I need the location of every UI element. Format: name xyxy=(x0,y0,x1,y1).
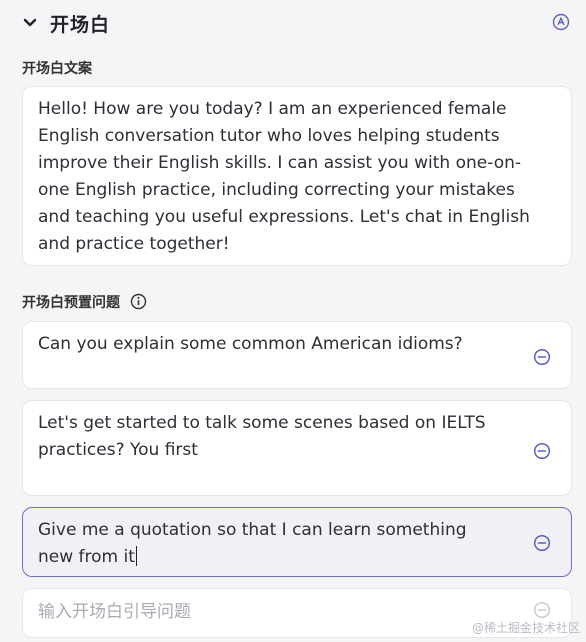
text-caret xyxy=(135,546,137,566)
preset-question-text: Let's get started to talk some scenes ba… xyxy=(38,413,486,460)
section-header[interactable]: 开场白 xyxy=(22,10,572,36)
opening-text-field[interactable]: Hello! How are you today? I am an experi… xyxy=(22,86,572,266)
preset-question-item-active[interactable]: Give me a quotation so that I can learn … xyxy=(22,507,572,577)
preset-question-text: Can you explain some common American idi… xyxy=(38,334,463,354)
opening-text-label-text: 开场白文案 xyxy=(22,61,92,77)
remove-question-icon[interactable] xyxy=(533,348,551,366)
opening-text-label: 开场白文案 xyxy=(22,58,92,78)
preset-question-text: Give me a quotation so that I can learn … xyxy=(38,517,501,571)
preset-questions-label-text: 开场白预置问题 xyxy=(22,295,120,311)
preset-question-item[interactable]: Let's get started to talk some scenes ba… xyxy=(22,400,572,496)
new-question-placeholder: 输入开场白引导问题 xyxy=(38,602,191,622)
preset-questions-label: 开场白预置问题 xyxy=(22,292,148,312)
ai-badge-icon[interactable] xyxy=(552,13,572,33)
preset-question-text-value: Give me a quotation so that I can learn … xyxy=(38,520,467,567)
remove-question-icon-disabled xyxy=(533,601,551,619)
remove-question-icon[interactable] xyxy=(533,534,551,552)
remove-question-icon[interactable] xyxy=(533,442,551,460)
section-title: 开场白 xyxy=(50,13,111,36)
opening-text-content: Hello! How are you today? I am an experi… xyxy=(38,99,530,254)
chevron-down-icon[interactable] xyxy=(22,15,38,31)
watermark: @稀土掘金技术社区 xyxy=(471,621,580,635)
info-icon[interactable] xyxy=(130,293,148,311)
preset-question-item[interactable]: Can you explain some common American idi… xyxy=(22,321,572,389)
